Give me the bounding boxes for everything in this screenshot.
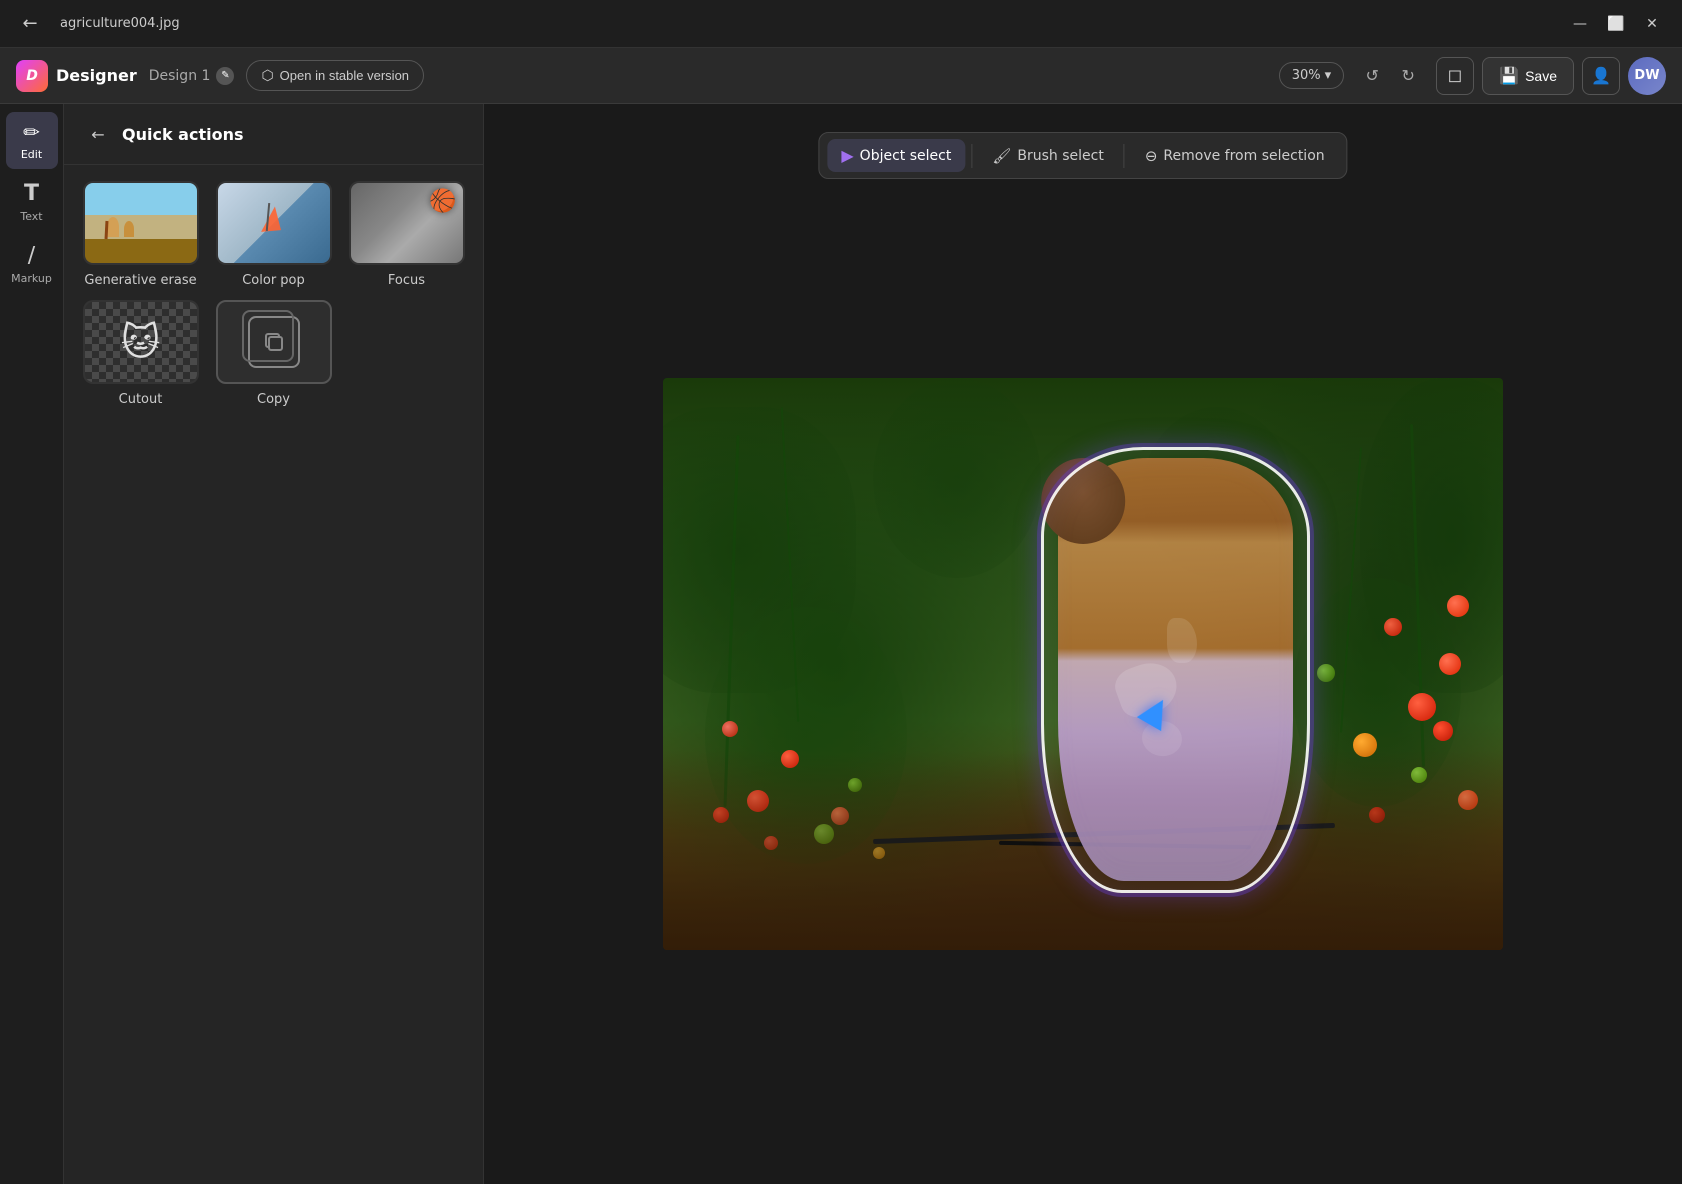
logo-icon: D [16, 60, 48, 92]
quick-actions-panel: ← Quick actions Generative erase [64, 104, 484, 1184]
tomato-right-1 [1408, 693, 1436, 721]
share-button[interactable]: 👤 [1582, 57, 1620, 95]
quick-actions-header: ← Quick actions [64, 104, 483, 165]
qa-thumb-color-pop [216, 181, 332, 265]
remove-from-selection-label: Remove from selection [1163, 148, 1324, 164]
qa-label-color-pop: Color pop [242, 273, 305, 288]
qa-label-generative-erase: Generative erase [84, 273, 196, 288]
undo-redo-group: ↺ ↻ [1356, 60, 1424, 92]
remove-selection-icon: ⊖ [1145, 147, 1158, 165]
user-avatar[interactable]: DW [1628, 57, 1666, 95]
app-bar-actions: ◻ 💾 Save 👤 DW [1436, 57, 1666, 95]
preview-icon: ◻ [1448, 65, 1463, 86]
undo-button[interactable]: ↺ [1356, 60, 1388, 92]
save-disk-icon: 💾 [1499, 66, 1519, 86]
quick-actions-grid: Generative erase Color pop 🏀 [64, 165, 483, 423]
remove-from-selection-button[interactable]: ⊖ Remove from selection [1131, 140, 1339, 172]
design-name-area: Design 1 ✎ [149, 67, 235, 85]
maximize-button[interactable]: ⬜ [1602, 10, 1630, 38]
title-bar: ← agriculture004.jpg — ⬜ ✕ [0, 0, 1682, 48]
qa-item-cutout[interactable]: 🐱 Cutout [80, 300, 201, 407]
open-stable-button[interactable]: ⬡ Open in stable version [246, 60, 424, 91]
brush-select-label: Brush select [1017, 148, 1103, 164]
qa-item-copy[interactable]: Copy [213, 300, 334, 407]
qa-label-focus: Focus [388, 273, 425, 288]
qa-thumb-focus: 🏀 [349, 181, 465, 265]
design-name-edit-icon[interactable]: ✎ [216, 67, 234, 85]
app-bar: D Designer Design 1 ✎ ⬡ Open in stable v… [0, 48, 1682, 104]
app-name: Designer [56, 66, 137, 85]
qa-label-copy: Copy [257, 392, 290, 407]
design-name-label: Design 1 [149, 68, 211, 84]
toolbar-divider-1 [971, 144, 972, 168]
object-select-label: Object select [860, 148, 952, 164]
foliage-center-top-left [873, 378, 1041, 578]
object-select-button[interactable]: ▶ Object select [827, 139, 965, 172]
brush-select-button[interactable]: 🖌 Brush select [978, 140, 1118, 172]
object-select-icon: ▶ [841, 146, 853, 165]
sidebar-icons: ✏ Edit T Text ∕ Markup [0, 104, 64, 1184]
zoom-label: 30% [1292, 68, 1321, 83]
titlebar-back-button[interactable]: ← [16, 10, 44, 38]
tomato-left-3 [722, 721, 738, 737]
canvas-area[interactable]: ▶ Object select 🖌 Brush select ⊖ Remove … [484, 104, 1682, 1184]
close-button[interactable]: ✕ [1638, 10, 1666, 38]
save-button[interactable]: 💾 Save [1482, 57, 1574, 95]
zoom-chevron-icon: ▾ [1325, 68, 1332, 83]
qa-item-focus[interactable]: 🏀 Focus [346, 181, 467, 288]
brush-select-icon: 🖌 [992, 147, 1011, 165]
markup-icon: ∕ [28, 243, 35, 268]
zoom-control[interactable]: 30% ▾ [1279, 62, 1344, 89]
minimize-button[interactable]: — [1566, 10, 1594, 38]
text-icon: T [24, 181, 39, 206]
canvas-image-container [663, 378, 1503, 950]
titlebar-filename: agriculture004.jpg [60, 16, 180, 31]
logo-area: D Designer [16, 60, 137, 92]
share-icon: 👤 [1591, 66, 1611, 85]
qa-label-cutout: Cutout [119, 392, 163, 407]
tomato-right-green-2 [1317, 664, 1335, 682]
preview-button[interactable]: ◻ [1436, 57, 1474, 95]
qa-item-generative-erase[interactable]: Generative erase [80, 181, 201, 288]
quick-actions-title: Quick actions [122, 125, 244, 144]
toolbar-divider-2 [1124, 144, 1125, 168]
sidebar-item-text[interactable]: T Text [6, 173, 58, 231]
tomato-right-2 [1439, 653, 1461, 675]
main-content: ✏ Edit T Text ∕ Markup ← Quick actions [0, 104, 1682, 1184]
qa-thumb-copy [216, 300, 332, 384]
qa-thumb-cutout: 🐱 [83, 300, 199, 384]
sidebar-item-markup[interactable]: ∕ Markup [6, 235, 58, 293]
quick-actions-back-button[interactable]: ← [84, 120, 112, 148]
selection-toolbar: ▶ Object select 🖌 Brush select ⊖ Remove … [818, 132, 1347, 179]
person-head [1041, 458, 1125, 544]
window-controls: — ⬜ ✕ [1566, 10, 1666, 38]
redo-button[interactable]: ↻ [1392, 60, 1424, 92]
edit-icon: ✏ [23, 120, 40, 144]
tomato-right-5 [1433, 721, 1453, 741]
qa-item-color-pop[interactable]: Color pop [213, 181, 334, 288]
canvas-scene [663, 378, 1503, 950]
sidebar-item-edit[interactable]: ✏ Edit [6, 112, 58, 169]
qa-thumb-generative-erase [83, 181, 199, 265]
